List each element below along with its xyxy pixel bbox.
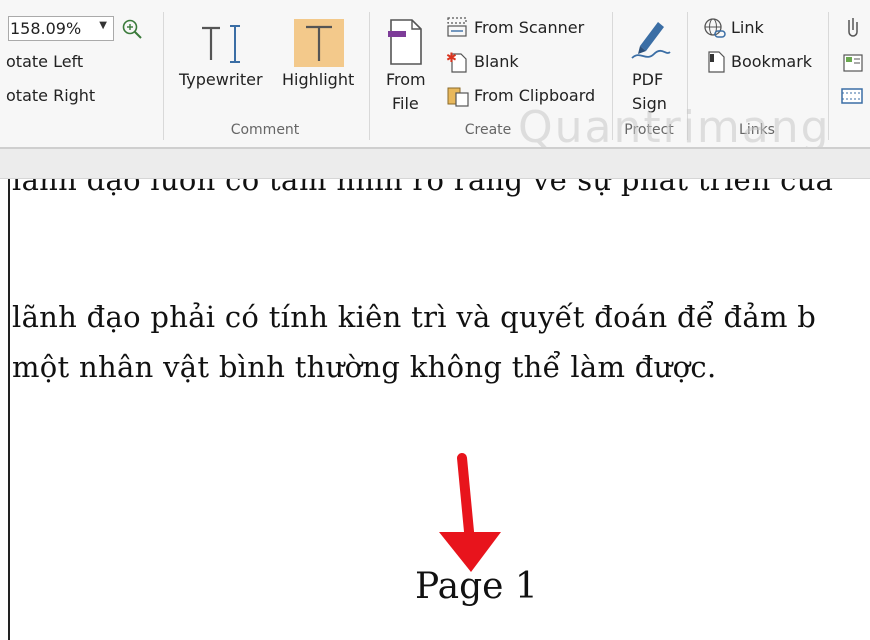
- document-text-line-2: lãnh đạo phải có tính kiên trì và quyết …: [12, 300, 817, 334]
- rotate-left-button[interactable]: otate Left: [6, 52, 83, 71]
- link-button[interactable]: Link: [731, 18, 764, 37]
- highlight-button[interactable]: Highlight: [282, 70, 354, 89]
- zoom-in-icon[interactable]: [121, 18, 143, 40]
- highlight-tool-button[interactable]: [294, 19, 344, 67]
- ribbon-toolbar: 158.09% ▼ otate Left otate Right Typewri…: [0, 0, 870, 147]
- clipboard-icon: [447, 87, 469, 107]
- rotate-right-button[interactable]: otate Right: [6, 86, 95, 105]
- comment-group-label: Comment: [230, 122, 300, 138]
- scanner-icon: [447, 17, 467, 37]
- zoom-combo[interactable]: 158.09% ▼: [8, 16, 114, 41]
- from-scanner-button[interactable]: From Scanner: [474, 18, 584, 37]
- attachment-icon[interactable]: [842, 16, 864, 40]
- arrow-down-icon: [439, 453, 501, 572]
- bookmark-button[interactable]: Bookmark: [731, 52, 812, 71]
- zoom-value[interactable]: 158.09%: [10, 19, 81, 38]
- blank-button[interactable]: Blank: [474, 52, 519, 71]
- blank-page-icon: ✱: [446, 51, 467, 73]
- document-text-line-1: lãnh đạo luôn có tầm nhìn rõ ràng về sự …: [12, 179, 834, 197]
- group-separator: [369, 12, 370, 140]
- page-label: Page 1: [415, 566, 538, 607]
- from-file-label-2[interactable]: File: [392, 94, 419, 113]
- pen-sign-icon[interactable]: [628, 16, 672, 62]
- page-edge: [8, 179, 10, 640]
- create-group-label: Create: [464, 122, 512, 138]
- document-clipped-line-wrap: lãnh đạo luôn có tầm nhìn rõ ràng về sự …: [0, 179, 870, 207]
- video-annotation-icon[interactable]: [840, 86, 866, 106]
- text-highlight-icon: [306, 25, 332, 61]
- image-annotation-icon[interactable]: [842, 52, 866, 74]
- from-file-label-1[interactable]: From: [386, 70, 426, 89]
- typewriter-button[interactable]: Typewriter: [179, 70, 263, 89]
- document-text-line-3: một nhân vật bình thường không thể làm đ…: [12, 350, 717, 384]
- watermark: Quantrimang: [518, 102, 831, 147]
- svg-text:✱: ✱: [446, 51, 457, 66]
- from-file-icon[interactable]: [388, 18, 424, 66]
- pdf-sign-label-1[interactable]: PDF: [632, 70, 663, 89]
- tab-strip: [0, 149, 870, 179]
- bookmark-icon: [708, 51, 725, 73]
- group-separator: [163, 12, 164, 140]
- typewriter-icon[interactable]: [198, 22, 246, 68]
- chevron-down-icon[interactable]: ▼: [99, 20, 107, 31]
- globe-link-icon: [704, 18, 726, 38]
